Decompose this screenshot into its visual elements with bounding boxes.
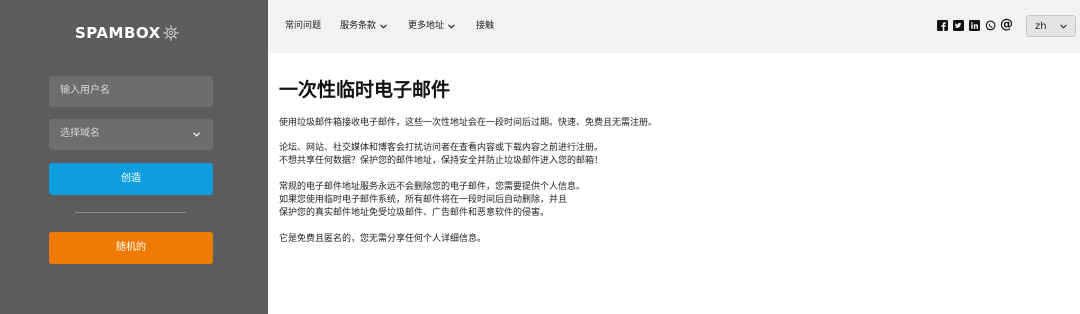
twitter-icon[interactable] — [953, 20, 964, 31]
at-icon[interactable]: @ — [1000, 18, 1013, 32]
sidebar: SPAMBOX 输入用户名 选择域名 创造 随机的 — [0, 0, 268, 314]
paragraph-line: 论坛、网站、社交媒体和博客会打扰访问者在查看内容或下载内容之前进行注册。 — [279, 143, 604, 153]
domain-select-value: 选择域名 — [60, 128, 100, 139]
intro-text: 使用垃圾邮件箱接收电子邮件，这些一次性地址会在一段时间后过期。快速、免费且无需注… — [279, 118, 658, 128]
paragraph-line: 它是免费且匿名的，您无需分享任何个人详细信息。 — [279, 234, 487, 244]
paragraph-line: 保护您的真实邮件地址免受垃圾邮件、广告邮件和恶意软件的侵害。 — [279, 208, 550, 218]
chevron-down-icon — [1060, 24, 1067, 29]
nav-contact-label: 接触 — [476, 21, 495, 31]
language-select[interactable]: zh — [1026, 15, 1076, 37]
chevron-down-icon — [380, 24, 387, 28]
random-button[interactable]: 随机的 — [49, 232, 213, 264]
domain-select[interactable]: 选择域名 — [49, 119, 213, 150]
page-title: 一次性临时电子邮件 — [279, 79, 451, 101]
nav-faq[interactable]: 常问问题 — [285, 20, 321, 32]
paragraph-line: 如果您使用临时电子邮件系统，所有邮件将在一段时间后自动删除，并且 — [279, 195, 568, 205]
divider — [75, 212, 186, 213]
username-input[interactable]: 输入用户名 — [49, 76, 213, 107]
whatsapp-icon[interactable] — [985, 20, 996, 31]
nav-more-addresses-dropdown[interactable]: 更多地址 — [408, 20, 455, 32]
chevron-down-icon — [448, 24, 455, 28]
paragraph-line: 常规的电子邮件地址服务永远不会删除您的电子邮件，您需要提供个人信息。 — [279, 182, 586, 192]
paragraph-line: 不想共享任何数据？保护您的邮件地址，保持安全并防止垃圾邮件进入您的邮箱！ — [279, 156, 604, 166]
nav-terms-dropdown[interactable]: 服务条款 — [340, 20, 387, 32]
gear-icon — [162, 25, 179, 41]
language-value: zh — [1035, 21, 1047, 32]
logo-text: SPAMBOX — [75, 24, 161, 42]
nav-terms-label: 服务条款 — [340, 21, 377, 31]
create-button[interactable]: 创造 — [49, 163, 213, 195]
logo[interactable]: SPAMBOX — [75, 24, 179, 42]
chevron-down-icon — [193, 132, 200, 137]
nav-faq-label: 常问问题 — [285, 21, 322, 31]
nav-more-label: 更多地址 — [408, 21, 445, 31]
linkedin-icon[interactable] — [969, 20, 980, 31]
facebook-icon[interactable] — [937, 20, 948, 31]
main-content: 一次性临时电子邮件 使用垃圾邮件箱接收电子邮件，这些一次性地址会在一段时间后过期… — [279, 78, 1059, 244]
nav-contact[interactable]: 接触 — [476, 20, 494, 32]
top-navbar: 常问问题 服务条款 更多地址 接触 @ zh — [268, 0, 1080, 53]
username-placeholder: 输入用户名 — [60, 85, 110, 96]
